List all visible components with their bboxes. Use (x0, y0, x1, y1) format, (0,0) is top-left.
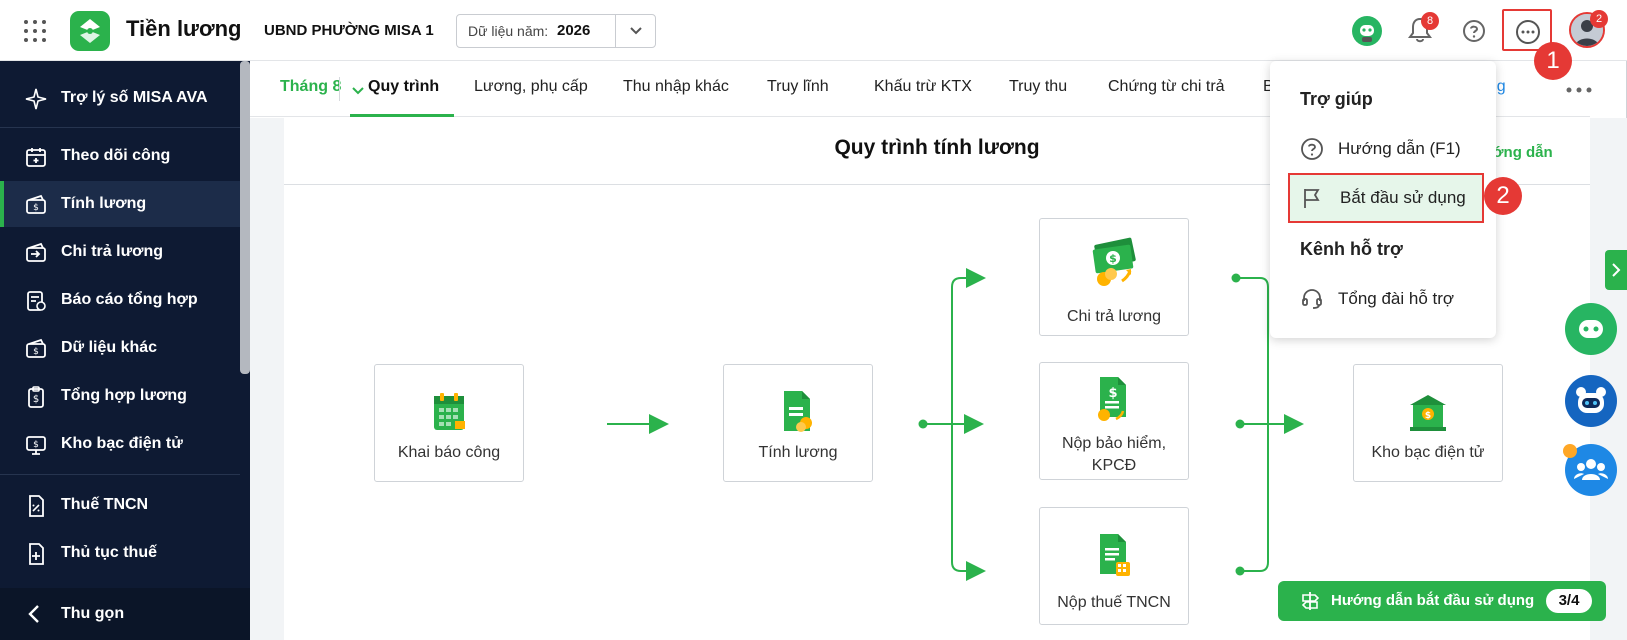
menu-item-huong-dan[interactable]: Hướng dẫn (F1) (1288, 124, 1484, 174)
document-dollar-icon: $ (1096, 375, 1132, 428)
svg-text:$: $ (1425, 411, 1431, 421)
step-nop-thue-tncn[interactable]: Nộp thuế TNCN (1039, 507, 1189, 625)
assistant-bot-button[interactable] (1565, 375, 1617, 427)
step-kho-bac-dien-tu[interactable]: $ Kho bạc điện tử (1353, 364, 1503, 482)
start-guide-label: Hướng dẫn bắt đầu sử dụng (1331, 592, 1535, 609)
help-dropdown: Trợ giúp Hướng dẫn (F1) Bắt đầu sử dụng … (1270, 61, 1496, 338)
step-nop-bao-hiem[interactable]: $ Nộp bảo hiểm, KPCĐ (1039, 362, 1189, 480)
step-label: Nộp thuế TNCN (1057, 594, 1171, 611)
step-label: Tính lương (758, 444, 838, 461)
chatbot-button[interactable] (1565, 303, 1617, 355)
step-label: Kho bạc điện tử (1371, 444, 1485, 461)
calendar-icon (431, 391, 467, 438)
step-chi-tra-luong[interactable]: $ Chi trả lương (1039, 218, 1189, 336)
svg-text:$: $ (1108, 386, 1117, 401)
menu-item-bat-dau-su-dung[interactable]: Bắt đầu sử dụng (1288, 173, 1484, 223)
callout-badge-1: 1 (1534, 42, 1572, 80)
step-label: Chi trả lương (1066, 308, 1162, 325)
step-label: Nộp bảo hiểm, (1061, 435, 1167, 452)
side-panel-toggle[interactable] (1605, 250, 1627, 290)
step-label: KPCĐ (1091, 457, 1137, 474)
callout-badge-2: 2 (1484, 177, 1522, 215)
svg-text:$: $ (1109, 252, 1117, 265)
menu-item-label: Hướng dẫn (F1) (1338, 139, 1461, 158)
cash-coins-icon: $ (1088, 233, 1140, 294)
flag-icon (1300, 186, 1324, 210)
document-calculator-icon (1096, 532, 1132, 583)
document-coins-icon (780, 389, 816, 440)
signpost-icon (1299, 590, 1321, 617)
start-guide-progress: 3/4 (1546, 589, 1592, 613)
status-dot (1563, 444, 1577, 458)
dropdown-section-support: Kênh hỗ trợ (1300, 239, 1403, 259)
step-tinh-luong[interactable]: Tính lương (723, 364, 873, 482)
step-label: Khai báo công (397, 444, 501, 461)
menu-item-label: Bắt đầu sử dụng (1340, 188, 1466, 207)
start-guide-button[interactable]: Hướng dẫn bắt đầu sử dụng 3/4 (1278, 581, 1606, 621)
question-circle-icon (1300, 137, 1324, 161)
step-khai-bao-cong[interactable]: Khai báo công (374, 364, 524, 482)
menu-item-tong-dai[interactable]: Tổng đài hỗ trợ (1288, 274, 1484, 324)
bank-icon: $ (1408, 393, 1448, 438)
menu-item-label: Tổng đài hỗ trợ (1338, 289, 1455, 308)
dropdown-section-help: Trợ giúp (1300, 89, 1373, 109)
headset-icon (1300, 287, 1324, 311)
